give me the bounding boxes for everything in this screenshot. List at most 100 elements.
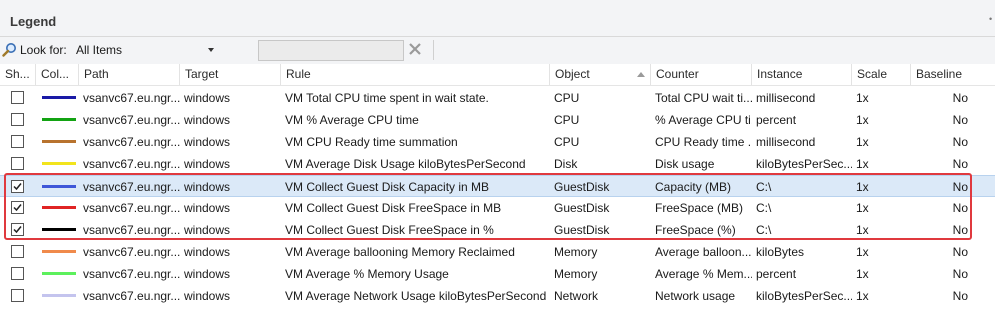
column-header-instance[interactable]: Instance bbox=[752, 64, 852, 85]
cell-scale: 1x bbox=[856, 201, 869, 215]
cell-scale: 1x bbox=[856, 245, 869, 259]
cell-object: CPU bbox=[554, 135, 580, 149]
table-row[interactable]: vsanvc67.eu.ngr... windows VM Average Disk… bbox=[0, 153, 995, 175]
grid-header: Sh... Col... Path Target Rule Object Cou… bbox=[0, 64, 995, 86]
series-color-swatch[interactable] bbox=[42, 272, 76, 275]
cell-object: CPU bbox=[554, 91, 580, 105]
table-row[interactable]: vsanvc67.eu.ngr... windows VM CPU Ready ti… bbox=[0, 131, 995, 153]
cell-scale: 1x bbox=[856, 135, 869, 149]
column-header-color[interactable]: Col... bbox=[36, 64, 79, 85]
cell-instance: kiloBytes bbox=[756, 245, 805, 259]
toolbar-divider bbox=[433, 40, 434, 60]
table-row[interactable]: vsanvc67.eu.ngr... windows VM Average % Me… bbox=[0, 263, 995, 285]
column-header-show[interactable]: Sh... bbox=[0, 64, 36, 85]
cell-path: vsanvc67.eu.ngr... bbox=[83, 201, 180, 215]
table-row[interactable]: vsanvc67.eu.ngr... windows VM Collect Gues… bbox=[0, 175, 995, 197]
series-color-swatch[interactable] bbox=[42, 206, 76, 209]
clear-search-icon[interactable] bbox=[407, 41, 423, 57]
column-header-target[interactable]: Target bbox=[180, 64, 281, 85]
column-header-object-label: Object bbox=[555, 67, 590, 81]
column-header-rule[interactable]: Rule bbox=[281, 64, 550, 85]
legend-header: Legend • bbox=[0, 0, 995, 37]
show-checkbox[interactable] bbox=[11, 91, 24, 104]
cell-baseline: No bbox=[952, 113, 968, 127]
sort-ascending-icon bbox=[637, 72, 645, 77]
cell-instance: millisecond bbox=[756, 135, 816, 149]
table-row[interactable]: vsanvc67.eu.ngr... windows VM Collect Gues… bbox=[0, 197, 995, 219]
series-color-swatch[interactable] bbox=[42, 185, 76, 188]
series-color-swatch[interactable] bbox=[42, 294, 76, 297]
table-row[interactable]: vsanvc67.eu.ngr... windows VM Total CPU ti… bbox=[0, 87, 995, 109]
cell-counter: Average balloon... bbox=[655, 245, 752, 259]
cell-object: Network bbox=[554, 289, 599, 303]
cell-baseline: No bbox=[952, 267, 968, 281]
column-header-object[interactable]: Object bbox=[550, 64, 651, 85]
series-color-swatch[interactable] bbox=[42, 250, 76, 253]
cell-scale: 1x bbox=[856, 267, 869, 281]
column-header-counter[interactable]: Counter bbox=[651, 64, 752, 85]
cell-target: windows bbox=[184, 245, 231, 259]
cell-counter: Capacity (MB) bbox=[655, 180, 732, 194]
panel-menu-icon[interactable]: • bbox=[989, 14, 995, 24]
chevron-down-icon[interactable] bbox=[208, 48, 214, 52]
cell-rule: VM Total CPU time spent in wait state. bbox=[285, 91, 489, 105]
series-color-swatch[interactable] bbox=[42, 96, 76, 99]
column-header-scale[interactable]: Scale bbox=[852, 64, 911, 85]
cell-object: Disk bbox=[554, 157, 578, 171]
column-header-path[interactable]: Path bbox=[79, 64, 180, 85]
cell-path: vsanvc67.eu.ngr... bbox=[83, 289, 180, 303]
cell-baseline: No bbox=[952, 180, 968, 194]
cell-rule: VM Collect Guest Disk Capacity in MB bbox=[285, 180, 490, 194]
cell-instance: C:\ bbox=[756, 180, 772, 194]
series-color-swatch[interactable] bbox=[42, 140, 76, 143]
table-row[interactable]: vsanvc67.eu.ngr... windows VM Average ball… bbox=[0, 241, 995, 263]
cell-object: GuestDisk bbox=[554, 180, 610, 194]
show-checkbox[interactable] bbox=[11, 135, 24, 148]
show-checkbox[interactable] bbox=[11, 267, 24, 280]
series-color-swatch[interactable] bbox=[42, 118, 76, 121]
cell-target: windows bbox=[184, 267, 231, 281]
cell-path: vsanvc67.eu.ngr... bbox=[83, 135, 180, 149]
search-icon bbox=[2, 43, 16, 57]
cell-instance: millisecond bbox=[756, 91, 816, 105]
cell-instance: C:\ bbox=[756, 201, 772, 215]
look-for-value: All Items bbox=[76, 43, 123, 57]
series-color-swatch[interactable] bbox=[42, 228, 76, 231]
cell-scale: 1x bbox=[856, 91, 869, 105]
show-checkbox[interactable] bbox=[11, 201, 24, 214]
cell-path: vsanvc67.eu.ngr... bbox=[83, 157, 180, 171]
series-color-swatch[interactable] bbox=[42, 162, 76, 165]
show-checkbox[interactable] bbox=[11, 289, 24, 302]
cell-rule: VM % Average CPU time bbox=[285, 113, 419, 127]
show-checkbox[interactable] bbox=[11, 223, 24, 236]
cell-baseline: No bbox=[952, 91, 968, 105]
table-row[interactable]: vsanvc67.eu.ngr... windows VM % Average CP… bbox=[0, 109, 995, 131]
cell-object: Memory bbox=[554, 267, 598, 281]
show-checkbox[interactable] bbox=[11, 157, 24, 170]
show-checkbox[interactable] bbox=[11, 180, 24, 193]
look-for-dropdown[interactable]: All Items bbox=[72, 41, 222, 59]
cell-path: vsanvc67.eu.ngr... bbox=[83, 245, 180, 259]
cell-scale: 1x bbox=[856, 157, 869, 171]
search-input[interactable] bbox=[258, 40, 404, 61]
cell-path: vsanvc67.eu.ngr... bbox=[83, 180, 180, 194]
cell-instance: C:\ bbox=[756, 223, 772, 237]
cell-object: CPU bbox=[554, 113, 580, 127]
cell-object: GuestDisk bbox=[554, 223, 610, 237]
table-row[interactable]: vsanvc67.eu.ngr... windows VM Collect Gues… bbox=[0, 219, 995, 241]
cell-path: vsanvc67.eu.ngr... bbox=[83, 223, 180, 237]
cell-object: Memory bbox=[554, 245, 598, 259]
cell-baseline: No bbox=[952, 135, 968, 149]
cell-baseline: No bbox=[952, 289, 968, 303]
cell-rule: VM Average Disk Usage kiloBytesPerSecond bbox=[285, 157, 526, 171]
show-checkbox[interactable] bbox=[11, 113, 24, 126]
cell-counter: CPU Ready time ... bbox=[655, 135, 752, 149]
cell-scale: 1x bbox=[856, 180, 869, 194]
cell-counter: % Average CPU ti... bbox=[655, 113, 752, 127]
cell-object: GuestDisk bbox=[554, 201, 610, 215]
cell-rule: VM Collect Guest Disk FreeSpace in MB bbox=[285, 201, 502, 215]
cell-target: windows bbox=[184, 223, 231, 237]
table-row[interactable]: vsanvc67.eu.ngr... windows VM Average Netw… bbox=[0, 285, 995, 307]
column-header-baseline[interactable]: Baseline bbox=[911, 64, 995, 85]
show-checkbox[interactable] bbox=[11, 245, 24, 258]
